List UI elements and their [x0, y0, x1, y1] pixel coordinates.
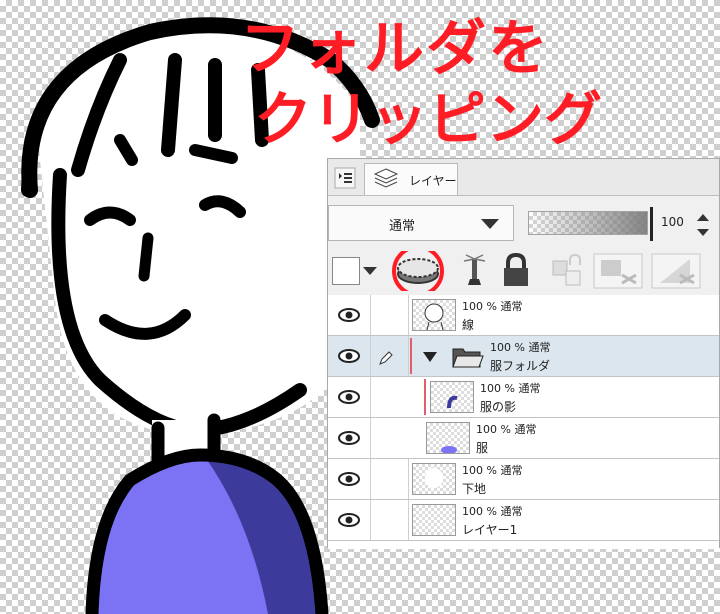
reference-layer-icon[interactable]: [456, 251, 492, 291]
layer-row[interactable]: 100 % 通常 服の影: [328, 377, 719, 418]
face-sketch-icon: [424, 303, 444, 331]
mask-enable-icon[interactable]: [592, 251, 646, 291]
eye-icon[interactable]: [338, 348, 360, 364]
layer-name: 服フォルダ: [490, 359, 551, 373]
column-divider: [370, 377, 371, 417]
layer-toolbar: [328, 251, 719, 291]
column-divider: [370, 418, 371, 458]
panel-menu-icon[interactable]: [334, 167, 356, 189]
layer-meta: 100 % 通常: [480, 382, 541, 395]
layer-meta: 100 % 通常: [462, 464, 523, 477]
column-divider: [370, 500, 371, 540]
column-divider: [408, 459, 409, 499]
chevron-down-icon: [481, 219, 499, 229]
layers-icon: [373, 168, 399, 188]
tab-layer-label: レイヤー: [409, 174, 457, 188]
column-divider: [370, 336, 371, 376]
annotation-line-1: フォルダを: [240, 14, 550, 84]
layer-thumbnail: [412, 299, 456, 331]
lock-transparency-icon[interactable]: [548, 251, 588, 291]
layer-name: レイヤー1: [462, 523, 518, 537]
layer-meta: 100 % 通常: [462, 300, 523, 313]
opacity-slider[interactable]: [528, 211, 648, 235]
column-divider: [370, 295, 371, 335]
layer-thumbnail: [426, 422, 470, 454]
layer-meta: 100 % 通常: [476, 423, 537, 436]
column-divider: [408, 336, 409, 376]
pencil-icon: [379, 351, 393, 365]
layer-panel: レイヤー 通常 100 100 % 通常 線 100 % 通常 服フォルダ 10…: [327, 158, 720, 549]
layer-row[interactable]: 100 % 通常 線: [328, 295, 719, 336]
clip-to-lower-layer-icon[interactable]: [390, 251, 450, 291]
opacity-value: 100: [661, 215, 684, 229]
lock-icon[interactable]: [498, 251, 534, 291]
blend-mode-value: 通常: [389, 219, 416, 234]
shadow-thumbnail-icon: [447, 395, 458, 409]
eye-icon[interactable]: [338, 430, 360, 446]
eye-icon[interactable]: [338, 512, 360, 528]
layer-row[interactable]: 100 % 通常 服フォルダ: [328, 336, 719, 377]
eye-icon[interactable]: [338, 471, 360, 487]
collapse-triangle-icon[interactable]: [422, 351, 438, 363]
tab-layer[interactable]: レイヤー: [364, 163, 458, 195]
column-divider: [408, 295, 409, 335]
layer-name: 服: [476, 441, 489, 455]
folder-icon: [452, 348, 484, 368]
layer-thumbnail: [430, 381, 474, 413]
layer-thumbnail: [412, 463, 456, 495]
layer-thumbnail: [412, 504, 456, 536]
base-thumbnail-icon: [425, 468, 443, 488]
layer-meta: 100 % 通常: [490, 341, 551, 354]
opacity-spin-icon[interactable]: [690, 207, 716, 243]
hair-line-3: [189, 144, 238, 164]
layer-row[interactable]: 100 % 通常 下地: [328, 459, 719, 500]
hair-line-1: [21, 143, 37, 197]
color-icon[interactable]: [330, 251, 378, 291]
layer-name: 線: [462, 318, 475, 332]
blend-mode-select[interactable]: 通常: [328, 205, 514, 241]
nose: [138, 232, 154, 282]
column-divider: [408, 500, 409, 540]
clipping-indicator: [410, 338, 412, 374]
eye-icon[interactable]: [338, 389, 360, 405]
layer-meta: 100 % 通常: [462, 505, 523, 518]
eye-icon[interactable]: [338, 307, 360, 323]
bangs-mid: [161, 53, 182, 157]
annotation-line-2: クリッピング: [254, 85, 603, 153]
clipping-indicator: [424, 379, 426, 415]
layer-name: 服の影: [480, 400, 517, 414]
layer-row[interactable]: 100 % 通常 レイヤー1: [328, 500, 719, 541]
shirt-thumbnail-icon: [441, 446, 457, 454]
opacity-slider-handle[interactable]: [650, 207, 653, 241]
layer-list: 100 % 通常 線 100 % 通常 服フォルダ 100 % 通常 服の影 1…: [328, 295, 719, 549]
show-mask-area-icon[interactable]: [650, 251, 704, 291]
layer-row[interactable]: 100 % 通常 服: [328, 418, 719, 459]
layer-name: 下地: [462, 482, 487, 496]
opacity-slider-fill: [529, 212, 647, 234]
column-divider: [370, 459, 371, 499]
panel-tab-bar: レイヤー: [328, 159, 719, 196]
